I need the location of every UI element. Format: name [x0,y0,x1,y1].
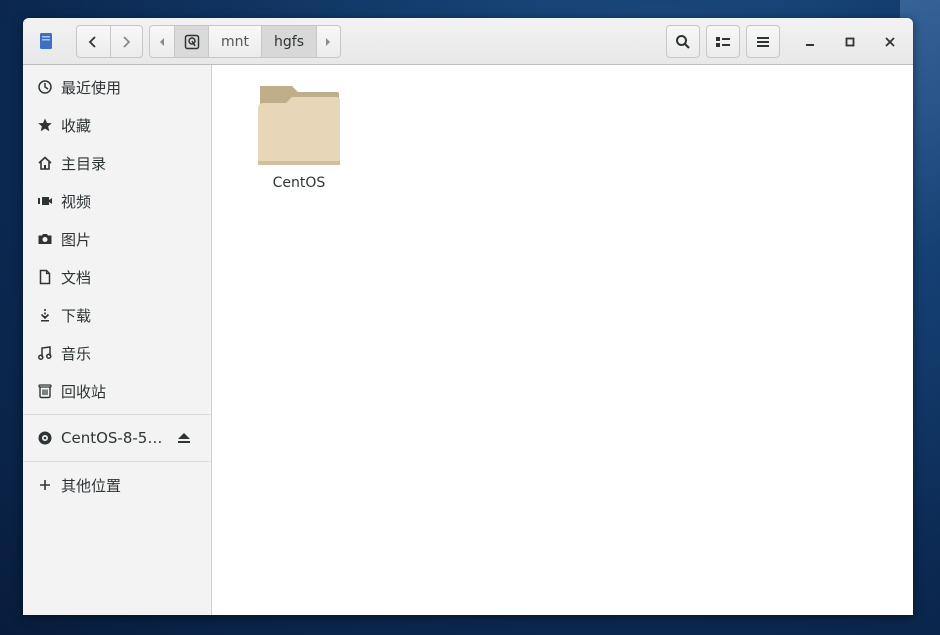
folder-icon [258,86,340,165]
triangle-left-icon [160,37,164,46]
chevron-left-icon [88,35,96,48]
sidebar-item-documents[interactable]: 文档 [23,258,211,296]
maximize-icon [845,37,855,47]
eject-icon[interactable] [177,432,191,448]
path-scroll-right-button[interactable] [315,26,340,57]
search-button[interactable] [666,25,700,58]
minimize-icon [806,44,814,46]
file-name-label: CentOS [272,175,326,191]
camera-icon [37,231,53,247]
sidebar-item-label: 回收站 [61,382,107,401]
sidebar-item-label: CentOS-8-5… [61,429,163,447]
sidebar-separator [23,414,211,415]
sidebar-item-other-locations[interactable]: 其他位置 [23,466,211,504]
triangle-right-icon [326,37,331,46]
main-menu-button[interactable] [746,25,780,58]
sidebar-item-label: 下载 [61,306,92,325]
sidebar-item-trash[interactable]: 回收站 [23,372,211,410]
maximize-button[interactable] [838,30,862,54]
star-icon [37,117,53,133]
sidebar-item-home[interactable]: 主目录 [23,144,211,182]
sidebar-item-downloads[interactable]: 下载 [23,296,211,334]
header-bar: mnt hgfs [23,18,913,65]
sidebar-item-recent[interactable]: 最近使用 [23,68,211,106]
close-icon [885,37,895,47]
close-button[interactable] [878,30,902,54]
history-nav [76,25,143,58]
drive-icon [184,34,199,49]
sidebar-item-device[interactable]: CentOS-8-5… [23,419,211,457]
chevron-right-icon [123,35,131,48]
home-icon [37,155,53,171]
music-icon [37,345,53,361]
forward-button[interactable] [109,26,143,57]
download-icon [37,307,53,323]
places-sidebar: 最近使用 收藏 主目录 视频 图片 文档 下载 音乐 回收站 CentOS-8-… [23,65,212,615]
file-view: CentOS [213,65,913,615]
files-app-icon [37,31,55,51]
sidebar-item-label: 其他位置 [61,476,122,495]
back-button[interactable] [77,26,110,57]
file-manager-window: mnt hgfs 最近使用 收藏 主目录 视频 图片 文档 下载 音乐 回收站 … [23,18,913,615]
plus-icon [37,477,53,493]
folder-item[interactable]: CentOS [253,83,345,193]
sidebar-item-label: 最近使用 [61,78,122,97]
path-segment-mnt[interactable]: mnt [208,26,261,57]
path-scroll-left-button[interactable] [150,26,174,57]
path-root-button[interactable] [174,26,208,57]
document-icon [37,269,53,285]
minimize-button[interactable] [798,30,822,54]
sidebar-item-label: 主目录 [61,154,107,173]
sidebar-item-label: 视频 [61,192,92,211]
sidebar-item-videos[interactable]: 视频 [23,182,211,220]
hamburger-menu-icon [757,36,769,47]
sidebar-item-pictures[interactable]: 图片 [23,220,211,258]
path-bar: mnt hgfs [149,25,341,58]
video-icon [37,193,53,209]
disc-icon [37,430,53,446]
sidebar-separator [23,461,211,462]
sidebar-item-label: 文档 [61,268,92,287]
view-toggle-button[interactable] [706,25,740,58]
search-icon [676,34,690,49]
sidebar-item-label: 图片 [61,230,92,249]
sidebar-item-starred[interactable]: 收藏 [23,106,211,144]
sidebar-item-music[interactable]: 音乐 [23,334,211,372]
list-view-icon [716,36,730,47]
sidebar-item-label: 收藏 [61,116,92,135]
sidebar-item-label: 音乐 [61,344,92,363]
clock-icon [37,79,53,95]
trash-icon [37,383,53,399]
path-segment-hgfs[interactable]: hgfs [261,26,316,57]
